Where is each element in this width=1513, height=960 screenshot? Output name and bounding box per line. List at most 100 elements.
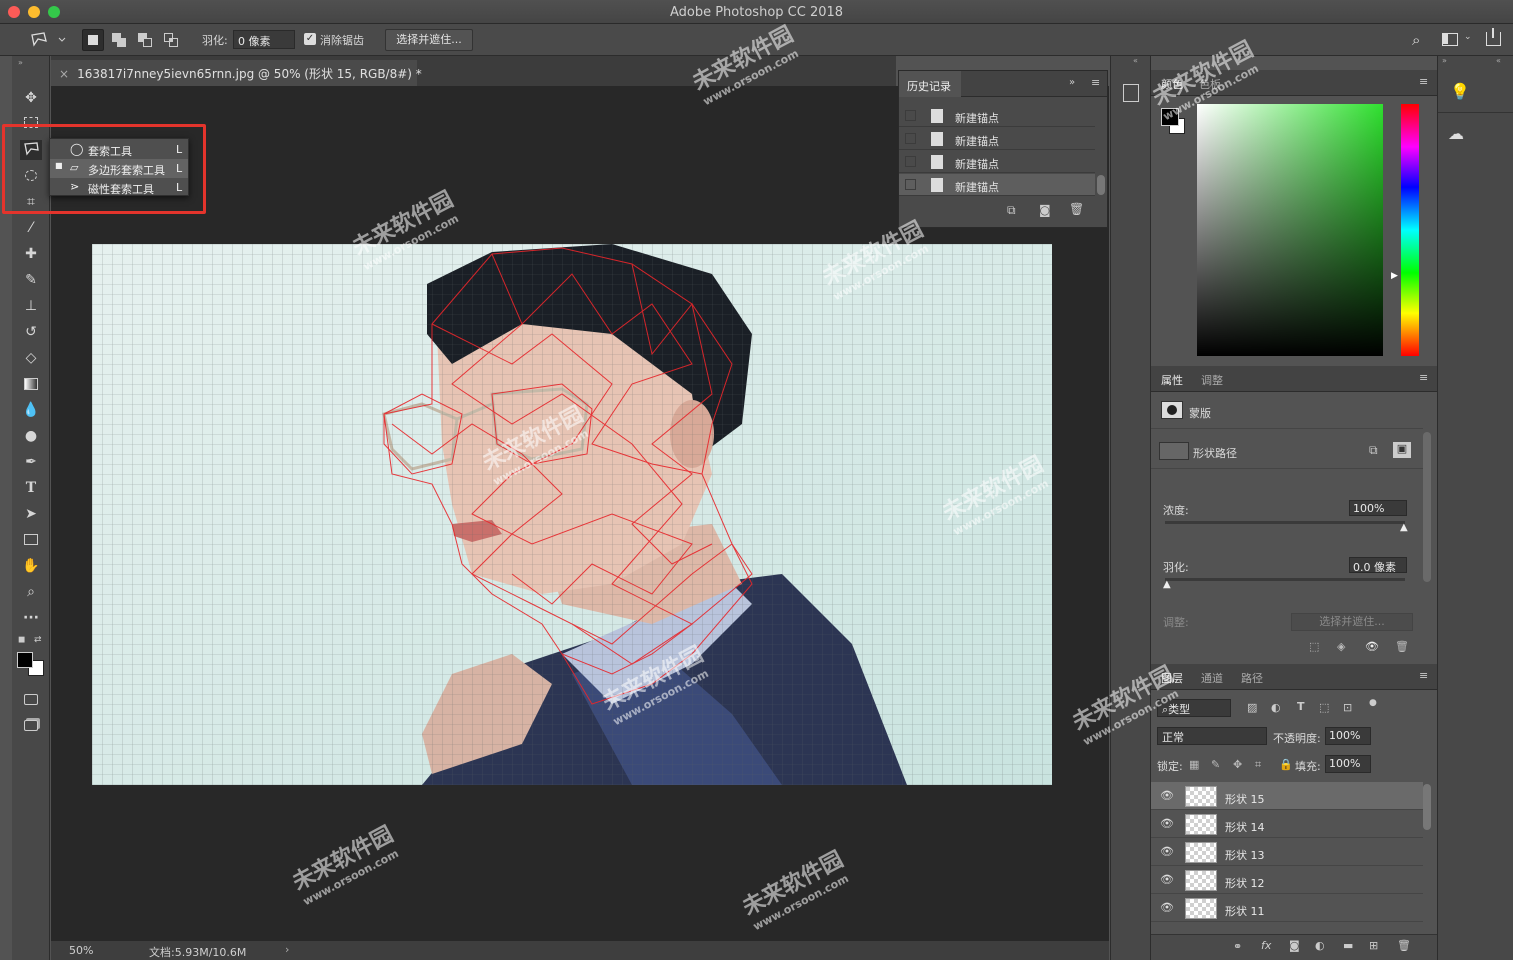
eraser-tool-icon[interactable]: ◇ [20,348,42,368]
flyout-item-polygonal-lasso[interactable]: ■ ▱ 多边形套索工具 L [50,159,188,178]
history-item[interactable]: 新建锚点 [899,151,1095,173]
feather-slider-handle[interactable]: ▲ [1163,579,1171,590]
new-group-icon[interactable]: ▬ [1343,939,1353,952]
lock-all-icon[interactable]: 🔒 [1279,758,1293,771]
fx-icon[interactable]: fx [1261,939,1271,952]
lock-artboard-icon[interactable]: ⌗ [1255,758,1261,772]
select-and-mask-button[interactable]: 选择并遮住... [1291,613,1413,631]
eyedropper-tool-icon[interactable]: ⁄ [20,218,42,238]
apply-mask-icon[interactable]: ◈ [1337,640,1345,653]
tool-preset-picker[interactable] [26,29,68,51]
visibility-icon[interactable]: 👁 [1365,640,1379,653]
lock-transparent-icon[interactable]: ▦ [1189,758,1199,771]
flyout-item-lasso[interactable]: ◯ 套索工具 L [50,140,188,159]
default-colors-icon[interactable]: ◼ [18,635,25,645]
camera-icon[interactable]: ◙ [1039,203,1051,217]
panel-menu-icon[interactable]: ≡ [1419,669,1428,682]
layer-row[interactable]: 👁 形状 12 [1151,866,1423,894]
add-pixel-mask-icon[interactable]: ⧉ [1369,443,1378,458]
more-tools-icon[interactable]: ··· [20,608,42,628]
status-menu-icon[interactable]: › [285,943,289,956]
new-layer-icon[interactable]: ⊞ [1369,939,1378,952]
feather-input[interactable]: 0 像素 [233,30,295,49]
visibility-eye-icon[interactable]: 👁 [1160,817,1174,831]
properties-scrollbar[interactable] [1423,432,1431,582]
antialias-checkbox[interactable]: ✓ [304,33,316,45]
delete-mask-icon[interactable]: 🗑 [1395,640,1409,653]
lock-image-icon[interactable]: ✎ [1211,758,1220,771]
tab-swatches[interactable]: 色板 [1199,76,1221,92]
tab-paths[interactable]: 路径 [1241,670,1263,686]
gradient-tool-icon[interactable] [20,374,42,394]
snapshot-checkbox[interactable] [905,110,916,121]
flyout-item-magnetic-lasso[interactable]: ⋗ 磁性套索工具 L [50,178,188,197]
tab-channels[interactable]: 通道 [1201,670,1223,686]
document-tab[interactable]: × 163817i7nney5ievn65rnn.jpg @ 50% (形状 15… [51,60,422,86]
visibility-eye-icon[interactable]: 👁 [1160,845,1174,859]
tab-layers[interactable]: 图层 [1161,670,1183,686]
history-scrollbar[interactable] [1097,175,1105,195]
collapse-icon[interactable]: « [1133,56,1138,65]
libraries-icon[interactable]: ☁ [1448,124,1464,143]
swap-colors-icon[interactable]: ⇄ [34,635,42,645]
lock-position-icon[interactable]: ✥ [1233,758,1242,771]
expand-icon[interactable]: » [1069,77,1075,88]
type-tool-icon[interactable]: T [20,478,42,498]
layer-row-selected[interactable]: 👁 形状 15 [1151,782,1423,810]
close-tab-icon[interactable]: × [59,67,69,81]
new-selection-button[interactable] [82,29,104,51]
feather-input[interactable]: 0.0 像素 [1349,557,1407,573]
delete-layer-icon[interactable]: 🗑 [1397,939,1411,952]
path-selection-icon[interactable]: ➤ [20,504,42,524]
document-canvas[interactable] [92,244,1052,785]
filter-pixel-icon[interactable]: ▨ [1247,701,1257,714]
hue-slider[interactable] [1401,104,1419,356]
link-layers-icon[interactable]: ⚭ [1233,940,1242,953]
tab-color[interactable]: 颜色 [1161,76,1183,92]
history-tab[interactable]: 历史记录 [899,71,961,97]
snapshot-checkbox[interactable] [905,133,916,144]
opacity-input[interactable]: 100% [1325,727,1371,745]
tab-adjustments[interactable]: 调整 [1201,372,1223,388]
trash-icon[interactable]: 🗑 [1069,202,1084,216]
layers-scrollbar[interactable] [1423,784,1431,830]
tab-properties[interactable]: 属性 [1161,372,1183,388]
move-tool-icon[interactable]: ✥ [20,88,42,108]
screen-mode-icon[interactable] [20,716,42,736]
hue-slider-handle[interactable]: ▶ [1391,271,1398,281]
color-field[interactable] [1197,104,1383,356]
layer-row[interactable]: 👁 形状 13 [1151,838,1423,866]
density-input[interactable]: 100% [1349,500,1407,516]
blend-mode-select[interactable]: 正常 [1157,727,1267,745]
quick-mask-icon[interactable] [20,690,42,710]
filter-shape-icon[interactable]: ⬚ [1319,701,1329,714]
density-slider[interactable] [1165,521,1405,524]
expand-icon[interactable]: » [1442,56,1447,65]
select-and-mask-button[interactable]: 选择并遮住... [385,29,473,51]
history-panel-icon[interactable] [1123,84,1139,102]
collapse-icon[interactable]: » [18,58,23,67]
add-vector-mask-icon[interactable]: ▣ [1393,442,1411,458]
add-mask-icon[interactable]: ◙ [1289,939,1300,952]
load-selection-icon[interactable]: ⬚ [1309,640,1319,653]
feather-slider[interactable] [1165,578,1405,581]
new-document-from-state-icon[interactable]: ⧉ [1007,203,1016,218]
collapse-icon[interactable]: « [1496,56,1501,65]
rectangle-tool-icon[interactable] [20,530,42,550]
panel-menu-icon[interactable]: ≡ [1091,76,1100,89]
adjustment-layer-icon[interactable]: ◐ [1315,939,1325,952]
add-selection-button[interactable] [108,29,130,51]
history-brush-icon[interactable]: ↺ [20,322,42,342]
filter-type-icon[interactable]: T [1297,700,1305,713]
layer-row[interactable]: 👁 形状 14 [1151,810,1423,838]
share-icon[interactable] [1486,28,1501,46]
pen-tool-icon[interactable]: ✒ [20,452,42,472]
chevron-down-icon[interactable]: ⌄ [1464,32,1472,42]
filter-toggle-icon[interactable]: ● [1369,698,1377,708]
foreground-color-swatch[interactable] [17,652,33,668]
subtract-selection-button[interactable] [134,29,156,51]
panel-menu-icon[interactable]: ≡ [1419,75,1428,88]
clone-stamp-icon[interactable]: ⊥ [20,296,42,316]
layer-row[interactable]: 👁 形状 11 [1151,894,1423,922]
visibility-eye-icon[interactable]: 👁 [1160,789,1174,803]
